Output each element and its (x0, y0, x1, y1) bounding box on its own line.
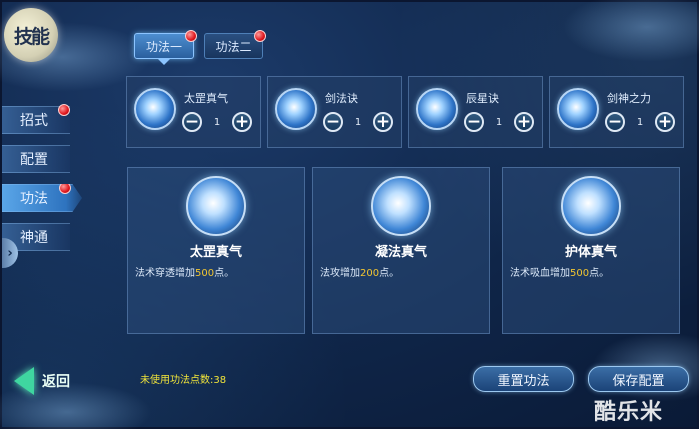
skill-level-value: 1 (636, 116, 644, 128)
game-window: 技能 功法一 功法二 招式 配置 功法 神通 › 太罡真气 − 1 + 剑法诀 (0, 0, 699, 429)
skill-name: 剑神之力 (607, 92, 651, 105)
skill-level-value: 1 (213, 116, 221, 128)
tab-label: 功法二 (215, 39, 252, 54)
skill-panel-chenxing: 辰星诀 − 1 + (408, 76, 543, 148)
cloud-decoration (562, 0, 699, 62)
skill-panel-jianshen: 剑神之力 − 1 + (549, 76, 684, 148)
sidebar-item-label: 功法 (20, 191, 48, 207)
skill-panel-jianfa: 剑法诀 − 1 + (267, 76, 402, 148)
bonus-description: 法术穿透增加500点。 (135, 268, 235, 279)
back-arrow-icon (14, 367, 34, 395)
reset-gongfa-button[interactable]: 重置功法 (473, 366, 574, 392)
plus-button[interactable]: + (373, 112, 393, 132)
crystal-sword-bonus-icon (371, 176, 431, 236)
back-button[interactable]: 返回 (14, 366, 70, 396)
notification-dot-icon (58, 104, 70, 116)
bonus-title: 凝法真气 (374, 245, 427, 260)
skill-level-stepper: − 1 + (464, 111, 534, 133)
minus-button[interactable]: − (464, 112, 484, 132)
sidebar-item-gongfa[interactable]: 功法 (2, 184, 82, 212)
tab-gongfa-1[interactable]: 功法一 (134, 30, 197, 65)
skill-name: 剑法诀 (325, 92, 358, 105)
skill-name: 太罡真气 (184, 92, 228, 105)
skill-name: 辰星诀 (466, 92, 499, 105)
tab-label: 功法一 (145, 39, 182, 54)
bonus-description: 法攻增加200点。 (320, 268, 400, 279)
skill-level-value: 1 (354, 116, 362, 128)
skill-level-value: 1 (495, 116, 503, 128)
save-config-button[interactable]: 保存配置 (588, 366, 689, 392)
bonus-value: 200 (360, 268, 380, 279)
minus-button[interactable]: − (182, 112, 202, 132)
bonus-panel-taigang: 太罡真气 法术穿透增加500点。 (127, 167, 305, 334)
active-tab-arrow-icon (158, 59, 170, 65)
unused-points-label: 未使用功法点数:38 (140, 375, 227, 386)
plus-button[interactable]: + (655, 112, 675, 132)
ice-shard-skill-icon (134, 88, 176, 130)
sidebar-item-config[interactable]: 配置 (2, 145, 70, 173)
sidebar-item-moves[interactable]: 招式 (2, 104, 70, 134)
bonus-panel-ningfa: 凝法真气 法攻增加200点。 (312, 167, 490, 334)
skill-level-stepper: − 1 + (605, 111, 675, 133)
watermark: 酷乐米 (594, 400, 664, 425)
notification-dot-icon (185, 30, 197, 42)
ice-shard-bonus-icon (186, 176, 246, 236)
bonus-title: 护体真气 (564, 245, 617, 260)
sword-god-skill-icon (557, 88, 599, 130)
sidebar-item-label: 招式 (20, 113, 48, 129)
bonus-value: 500 (570, 268, 590, 279)
back-label: 返回 (42, 374, 70, 390)
sword-burst-skill-icon (275, 88, 317, 130)
plus-button[interactable]: + (514, 112, 534, 132)
notification-dot-icon (254, 30, 266, 42)
skill-level-stepper: − 1 + (182, 111, 252, 133)
plus-button[interactable]: + (232, 112, 252, 132)
sidebar-item-label: 配置 (20, 152, 48, 168)
notification-dot-icon (59, 184, 71, 194)
sidebar-item-label: 神通 (20, 230, 48, 246)
bonus-value: 500 (195, 268, 215, 279)
minus-button[interactable]: − (605, 112, 625, 132)
starfall-skill-icon (416, 88, 458, 130)
skill-level-stepper: − 1 + (323, 111, 393, 133)
skill-emblem: 技能 (4, 8, 58, 62)
tab-gongfa-2[interactable]: 功法二 (204, 30, 266, 59)
bonus-panel-huti: 护体真气 法术吸血增加500点。 (502, 167, 680, 334)
bonus-title: 太罡真气 (189, 245, 242, 260)
minus-button[interactable]: − (323, 112, 343, 132)
skill-panel-taigang: 太罡真气 − 1 + (126, 76, 261, 148)
blade-slash-bonus-icon (561, 176, 621, 236)
bonus-description: 法术吸血增加500点。 (510, 268, 610, 279)
